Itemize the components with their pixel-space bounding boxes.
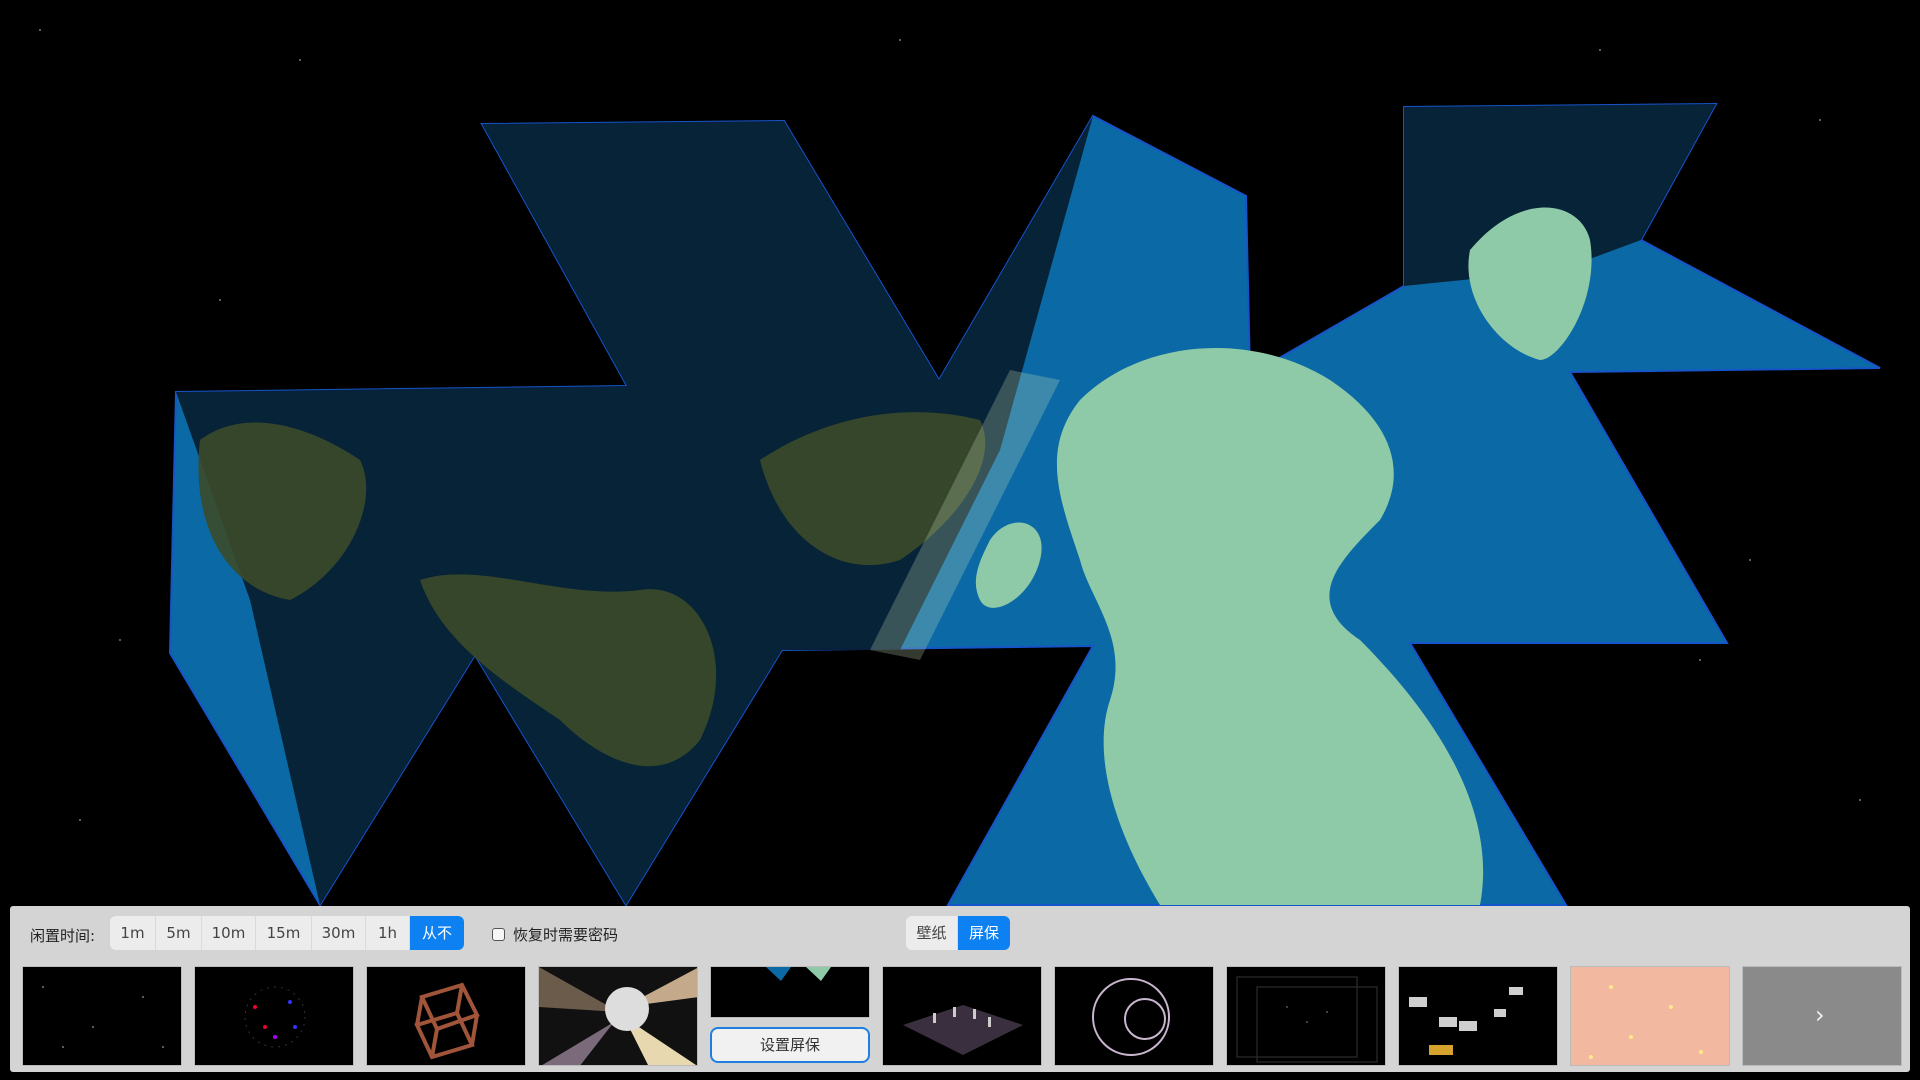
idle-option-30m[interactable]: 30m [312, 916, 366, 950]
screensaver-thumbnail-next-page[interactable]: › [1742, 966, 1902, 1066]
screensaver-settings-panel: 闲置时间: 1m 5m 10m 15m 30m 1h 从不 恢复时需要密码 壁纸… [10, 906, 1910, 1072]
idle-option-15m[interactable]: 15m [256, 916, 312, 950]
idle-time-label: 闲置时间: [30, 927, 96, 945]
idle-option-5m[interactable]: 5m [156, 916, 202, 950]
screensaver-thumbnail-selected[interactable] [710, 966, 870, 1018]
tab-wallpaper[interactable]: 壁纸 [906, 916, 958, 950]
mode-segmented-control: 壁纸 屏保 [906, 916, 1010, 950]
screensaver-thumbnail-wire-cube[interactable] [366, 966, 526, 1066]
idle-option-10m[interactable]: 10m [202, 916, 256, 950]
idle-option-1h[interactable]: 1h [366, 916, 410, 950]
idle-option-never[interactable]: 从不 [410, 916, 464, 950]
tab-screensaver[interactable]: 屏保 [958, 916, 1010, 950]
screensaver-thumbnail-circles[interactable] [1054, 966, 1214, 1066]
checkbox-box[interactable] [492, 928, 505, 941]
idle-option-1m[interactable]: 1m [110, 916, 156, 950]
screensaver-thumbnail-wire-box[interactable] [1226, 966, 1386, 1066]
screensaver-thumbnail-disco-ball[interactable] [538, 966, 698, 1066]
screensaver-thumbnail-grid-figures[interactable] [882, 966, 1042, 1066]
require-password-label: 恢复时需要密码 [513, 926, 619, 944]
screensaver-thumbnail-spaceships[interactable] [1398, 966, 1558, 1066]
panel-toolbar: 闲置时间: 1m 5m 10m 15m 30m 1h 从不 恢复时需要密码 壁纸… [10, 906, 1910, 960]
screensaver-thumbnail-strip: 设置屏保 › [10, 960, 1910, 1072]
set-screensaver-button[interactable]: 设置屏保 [710, 1027, 870, 1063]
chevron-right-icon[interactable]: › [1815, 1001, 1825, 1029]
require-password-checkbox[interactable]: 恢复时需要密码 [492, 924, 618, 945]
screensaver-thumbnail-particle-sphere[interactable] [194, 966, 354, 1066]
screensaver-thumbnail-starfield[interactable] [22, 966, 182, 1066]
idle-time-segmented-control: 1m 5m 10m 15m 30m 1h 从不 [110, 916, 464, 950]
screensaver-thumbnail-peach-dots[interactable] [1570, 966, 1730, 1066]
